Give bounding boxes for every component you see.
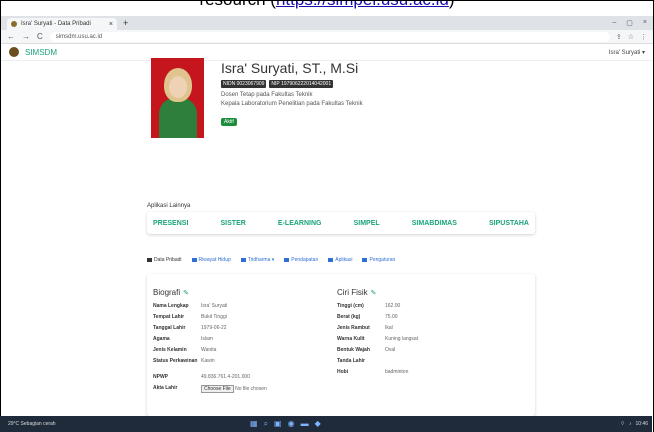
caption-bar: resourch (https://simpel.usu.ac.id) <box>0 0 654 16</box>
app-link-sister[interactable]: SISTER <box>221 220 246 227</box>
app-link-simpel[interactable]: SIMPEL <box>354 220 380 227</box>
url-field[interactable]: simsdm.usu.ac.id <box>49 31 610 42</box>
task-view-icon[interactable]: ▣ <box>274 419 282 429</box>
chrome-icon[interactable]: ◉ <box>288 419 295 429</box>
ciri-fisik-title: Ciri Fisik ✎ <box>337 288 377 297</box>
profile-position: Kepala Laboratorium Penelitian pada Faku… <box>221 101 363 107</box>
tab-riwayat-hidup[interactable]: Riwayat Hidup <box>191 257 231 263</box>
data-pribadi-panel: Biografi ✎ Nama Lengkap Isra' Suryati Temp… <box>147 274 535 416</box>
forward-icon[interactable]: → <box>22 32 30 41</box>
table-row: Warna Kulit Kuning langsat <box>337 336 419 342</box>
minimize-icon[interactable]: – <box>612 19 616 27</box>
biografi-section: Biografi ✎ Nama Lengkap Isra' Suryati Temp… <box>153 288 323 396</box>
wifi-icon[interactable]: ⌔ <box>620 421 625 427</box>
profile-photo <box>151 58 204 138</box>
table-row: Agama Islam <box>153 336 213 342</box>
money-icon <box>284 257 290 262</box>
edit-icon[interactable]: ✎ <box>371 290 377 297</box>
table-row: NPWP 49.836.761.4-201.000 <box>153 374 250 380</box>
tab-close-icon[interactable]: × <box>109 21 113 28</box>
photo-body-shape <box>159 98 197 138</box>
profile-tabs: Data Pribadi Riwayat Hidup Tridharma ▾ P… <box>147 257 535 263</box>
tab-pendapatan[interactable]: Pendapatan <box>284 257 318 263</box>
table-row: Tinggi (cm) 162.00 <box>337 303 401 309</box>
status-badge: Aktif <box>221 118 237 126</box>
window-controls: – ▢ × <box>612 19 653 27</box>
biografi-title: Biografi ✎ <box>153 288 189 297</box>
folder-icon[interactable]: ▬ <box>301 419 309 429</box>
app-link-sipustaha[interactable]: SIPUSTAHA <box>489 220 529 227</box>
nip-badge: NIP 197906222014042001 <box>269 80 334 88</box>
address-bar-row: ← → C simsdm.usu.ac.id ⇪ ☆ ⋮ <box>1 30 653 44</box>
weather-widget[interactable]: 29°C Sebagian cerah <box>0 421 80 427</box>
search-icon[interactable]: ⌕ <box>264 419 268 429</box>
logo-icon <box>9 47 19 57</box>
apps-icon <box>328 257 334 262</box>
other-apps-section: Aplikasi Lainnya PRESENSI SISTER E-LEARN… <box>147 203 535 236</box>
nidn-badge: NIDN 0023067909 <box>221 80 267 88</box>
table-row: Berat (kg) 75.00 <box>337 314 398 320</box>
caption-link[interactable]: https://simpel.usu.ac.id <box>276 1 449 9</box>
clock[interactable]: 10:46 <box>635 421 648 427</box>
reload-icon[interactable]: C <box>37 32 43 41</box>
user-menu[interactable]: Isra' Suryati ▾ <box>609 49 645 56</box>
table-row: Tempat Lahir Bukit Tinggi <box>153 314 227 320</box>
choose-file-button[interactable]: Choose File <box>201 385 234 393</box>
browser-tab[interactable]: Isra' Suryati - Data Pribadi × <box>7 18 117 30</box>
app-link-elearning[interactable]: E-LEARNING <box>278 220 322 227</box>
file-status: No file chosen <box>235 386 267 392</box>
tab-strip: Isra' Suryati - Data Pribadi × + – ▢ × <box>1 16 653 30</box>
caption-text: resourch (https://simpel.usu.ac.id) <box>1 1 653 8</box>
profile-header: Isra' Suryati, ST., M.Si NIDN 0023067909… <box>151 58 531 158</box>
table-row: Jenis Kelamin Wanita <box>153 347 217 353</box>
new-tab-button[interactable]: + <box>123 18 128 28</box>
photo-face-shape <box>169 76 187 98</box>
profile-name: Isra' Suryati, ST., M.Si <box>221 60 359 76</box>
table-row: Bentuk Wajah Oval <box>337 347 396 353</box>
building-icon <box>240 257 246 262</box>
tab-pengaturan[interactable]: Pengaturan <box>362 257 395 263</box>
tab-aplikasi[interactable]: Aplikasi <box>328 257 352 263</box>
taskbar: 29°C Sebagian cerah ▦ ⌕ ▣ ◉ ▬ ◆ ⌔ ♪ 10:4… <box>0 416 652 432</box>
ciri-fisik-section: Ciri Fisik ✎ Tinggi (cm) 162.00 Berat (kg)… <box>337 288 507 380</box>
book-icon <box>191 257 197 262</box>
back-icon[interactable]: ← <box>7 32 15 41</box>
extensions-area: ⇪ ☆ ⋮ <box>616 33 647 41</box>
profile-role: Dosen Tetap pada Fakultas Teknik <box>221 92 313 98</box>
table-row: Akta Lahir Choose File No file chosen <box>153 385 267 393</box>
table-row: Nama Lengkap Isra' Suryati <box>153 303 228 309</box>
table-row: Jenis Rambut Ikal <box>337 325 393 331</box>
apps-row: PRESENSI SISTER E-LEARNING SIMPEL SIMABD… <box>147 212 535 234</box>
tab-tridharma[interactable]: Tridharma ▾ <box>240 257 274 263</box>
system-tray: ⌔ ♪ 10:46 <box>620 421 652 427</box>
app-link-presensi[interactable]: PRESENSI <box>153 220 188 227</box>
menu-icon[interactable]: ⋮ <box>640 33 647 41</box>
star-icon[interactable]: ☆ <box>628 33 634 41</box>
favicon-icon <box>11 21 17 27</box>
apps-title: Aplikasi Lainnya <box>147 203 191 209</box>
table-row: Hobi badminton <box>337 369 409 375</box>
maximize-icon[interactable]: ▢ <box>626 19 633 27</box>
share-icon[interactable]: ⇪ <box>616 33 622 41</box>
brand-link[interactable]: SIMSDM <box>25 48 57 57</box>
id-card-icon <box>147 257 152 262</box>
table-row: Tanda Lahir <box>337 358 365 364</box>
profile-info: Isra' Suryati, ST., M.Si NIDN 0023067909… <box>221 60 531 128</box>
windows-start-icon[interactable]: ▦ <box>250 419 258 429</box>
close-icon[interactable]: × <box>643 19 647 27</box>
table-row: Status Perkawinan Kawin <box>153 358 215 364</box>
app-link-simabdimas[interactable]: SIMABDIMAS <box>412 220 457 227</box>
table-row: Tanggal Lahir 1979-06-22 <box>153 325 227 331</box>
id-badges: NIDN 0023067909 NIP 197906222014042001 <box>221 80 531 88</box>
store-icon[interactable]: ◆ <box>315 419 321 429</box>
tab-data-pribadi[interactable]: Data Pribadi <box>147 257 182 263</box>
tab-title: Isra' Suryati - Data Pribadi <box>21 21 91 27</box>
volume-icon[interactable]: ♪ <box>629 421 632 427</box>
gear-icon <box>362 257 368 262</box>
edit-icon[interactable]: ✎ <box>183 290 189 297</box>
taskbar-apps: ▦ ⌕ ▣ ◉ ▬ ◆ <box>250 419 321 429</box>
